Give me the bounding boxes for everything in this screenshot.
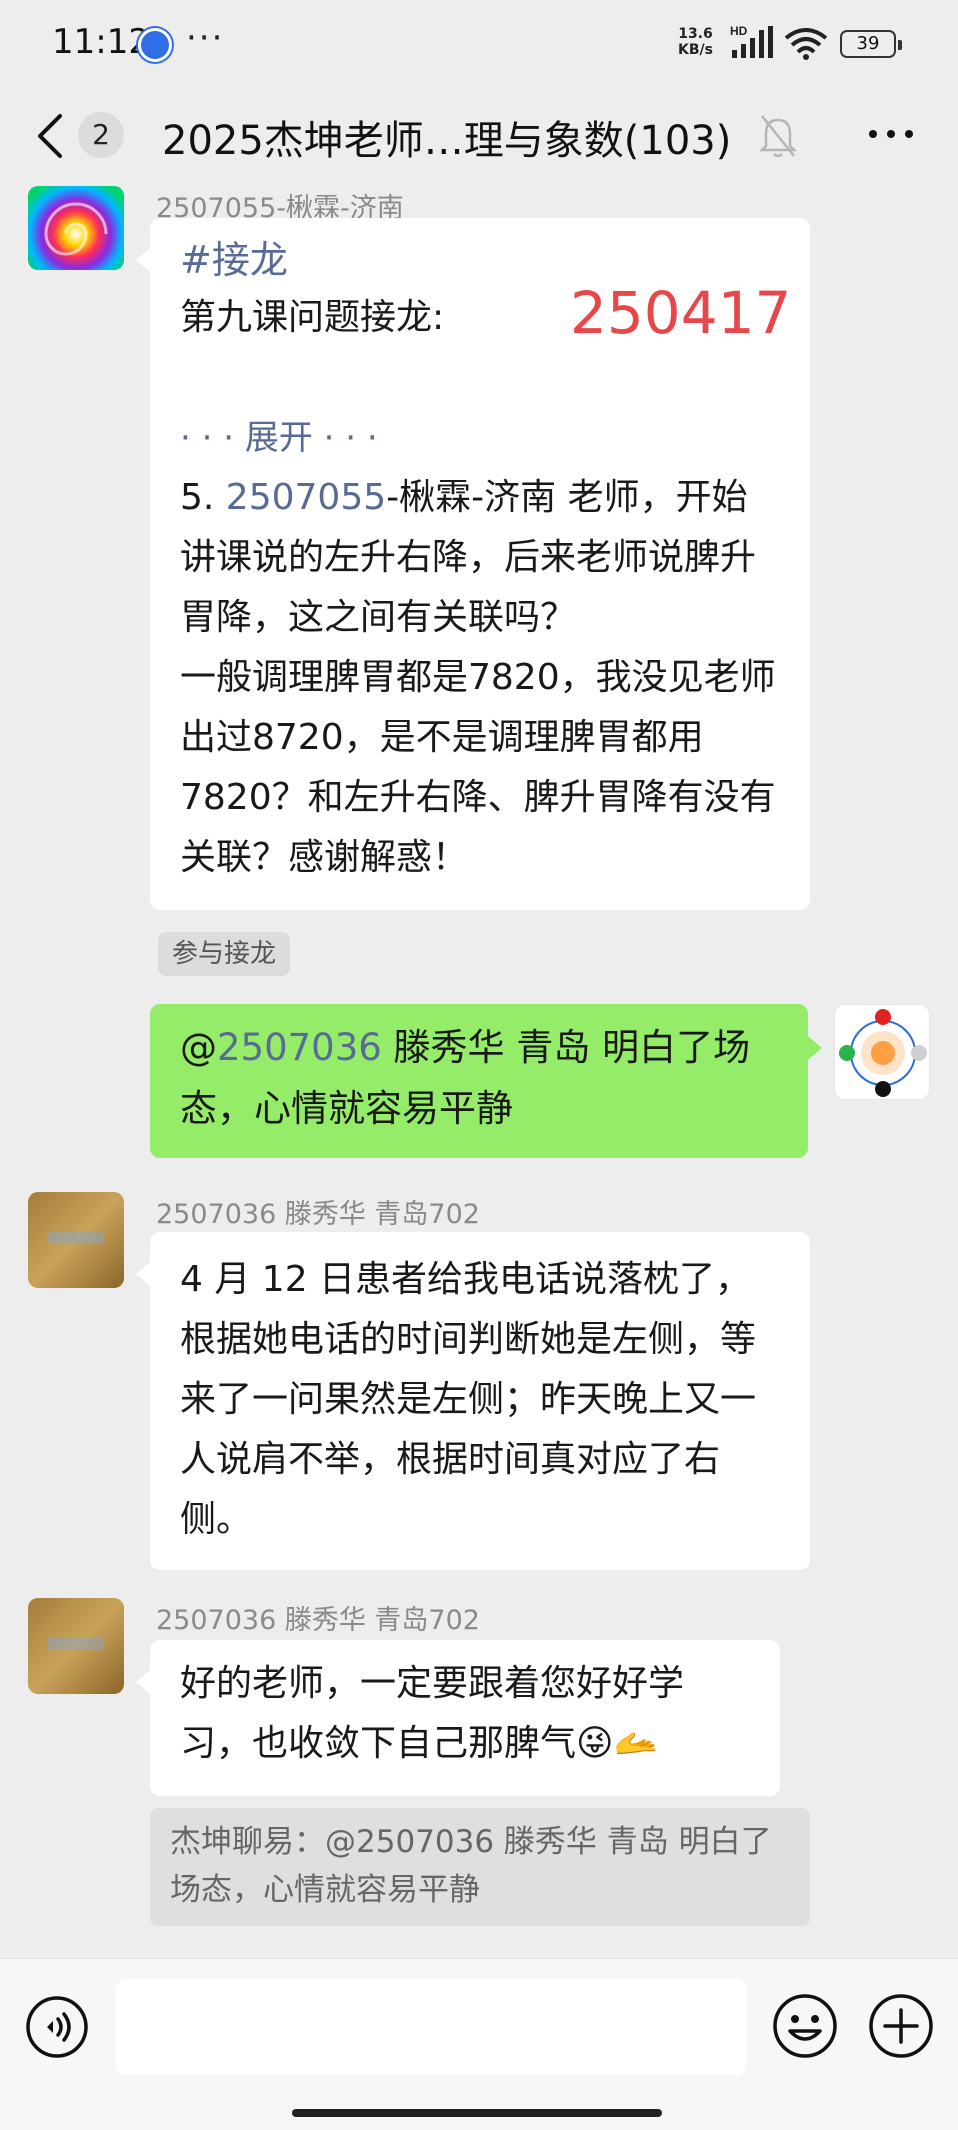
avatar[interactable] xyxy=(28,1598,124,1694)
avatar-image xyxy=(28,1192,124,1288)
app-notification-icon xyxy=(138,28,172,62)
quoted-message[interactable]: 杰坤聊易：@2507036 滕秀华 青岛 明白了场态，心情就容易平静 xyxy=(150,1808,810,1926)
question-prefix: 5. xyxy=(180,477,226,518)
avatar[interactable] xyxy=(28,1192,124,1288)
solitaire-title: 第九课问题接龙: xyxy=(180,297,445,338)
message-bubble[interactable]: 4 月 12 日患者给我电话说落枕了，根据她电话的时间判断她是左侧，等来了一问果… xyxy=(136,1232,810,1570)
message-bubble[interactable]: 好的老师，一定要跟着您好好学习，也收敛下自己那脾气😜🫴 xyxy=(136,1640,780,1796)
status-time: 11:12 xyxy=(52,22,150,62)
home-indicator[interactable] xyxy=(292,2109,662,2117)
message-input[interactable] xyxy=(116,1979,746,2075)
cell-signal-icon: HD xyxy=(730,24,773,58)
message-list[interactable]: 2507055-楸霖-济南 #接龙 第九课问题接龙: 250417 · · · … xyxy=(0,186,958,1958)
net-speed-value: 13.6 xyxy=(678,26,713,42)
unread-count-badge[interactable]: 2 xyxy=(78,112,124,158)
battery-icon: 39 xyxy=(840,30,902,58)
message-text: 好的老师，一定要跟着您好好学习，也收敛下自己那脾气😜🫴 xyxy=(180,1663,685,1764)
status-bar: 11:12 ··· 13.6 KB/s HD 39 xyxy=(0,0,958,86)
emoji-icon[interactable] xyxy=(772,1993,838,2059)
hd-label: HD xyxy=(730,24,748,38)
mute-icon xyxy=(758,115,798,158)
mention-at: @ xyxy=(180,1026,217,1069)
network-speed: 13.6 KB/s xyxy=(678,26,713,58)
back-icon[interactable] xyxy=(30,108,70,164)
avatar-image xyxy=(28,1598,124,1694)
self-avatar[interactable] xyxy=(834,1004,930,1100)
wifi-icon xyxy=(784,28,828,60)
net-speed-unit: KB/s xyxy=(678,42,713,58)
mention-id-link[interactable]: 2507036 xyxy=(217,1026,382,1069)
sender-name: 2507036 滕秀华 青岛702 xyxy=(156,1605,480,1636)
status-more-dots: ··· xyxy=(186,18,225,58)
message-text: 4 月 12 日患者给我电话说落枕了，根据她电话的时间判断她是左侧，等来了一问果… xyxy=(180,1259,757,1540)
chat-title: 2025杰坤老师…理与象数(103) xyxy=(162,118,732,164)
self-avatar-image xyxy=(839,1009,927,1097)
avatar-image xyxy=(28,186,124,270)
expand-link[interactable]: · · · 展开 · · · xyxy=(180,408,780,468)
solitaire-message-bubble[interactable]: #接龙 第九课问题接龙: 250417 · · · 展开 · · · 5. 25… xyxy=(136,218,810,910)
question-followup: 一般调理脾胃都是7820，我没见老师出过8720，是不是调理脾胃都用7820？和… xyxy=(180,657,776,878)
question-id-link[interactable]: 2507055 xyxy=(226,477,386,518)
voice-icon[interactable] xyxy=(25,1995,89,2059)
avatar[interactable] xyxy=(28,186,124,270)
solitaire-number: 250417 xyxy=(570,279,792,347)
more-icon[interactable] xyxy=(866,122,916,146)
join-solitaire-button[interactable]: 参与接龙 xyxy=(158,932,291,976)
question-text: 5. 2507055-楸霖-济南 老师，开始讲课说的左升右降，后来老师说脾升胃降… xyxy=(180,468,780,648)
self-message-bubble[interactable]: @2507036 滕秀华 青岛 明白了场态，心情就容易平静 xyxy=(150,1004,822,1158)
sender-name: 2507036 滕秀华 青岛702 xyxy=(156,1199,480,1230)
plus-icon[interactable] xyxy=(868,1993,934,2059)
input-bar xyxy=(0,1958,958,2130)
chat-header: 2 2025杰坤老师…理与象数(103) xyxy=(0,86,958,186)
